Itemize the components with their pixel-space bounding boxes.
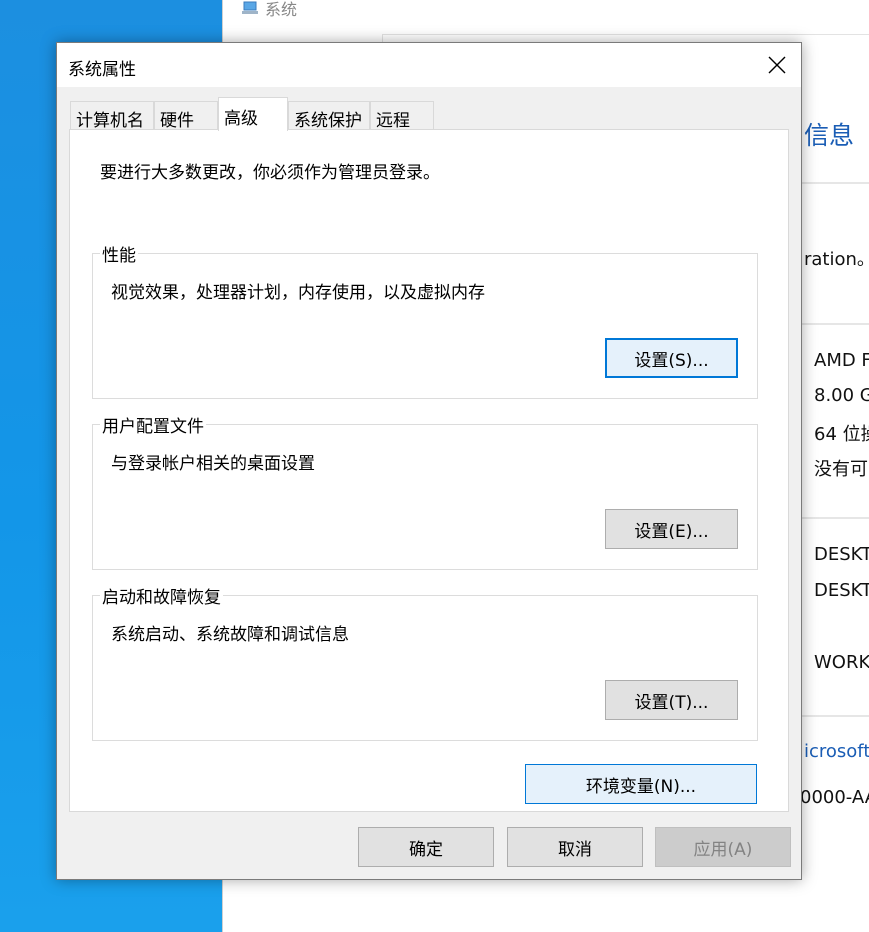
background-text: DESKT (814, 544, 869, 565)
performance-group: 性能 视觉效果，处理器计划，内存使用，以及虚拟内存 设置(S)... (92, 241, 758, 399)
background-heading: 信息 (804, 121, 855, 150)
performance-description: 视觉效果，处理器计划，内存使用，以及虚拟内存 (111, 283, 485, 303)
dialog-titlebar: 系统属性 (57, 43, 801, 87)
background-divider (802, 323, 869, 325)
startup-recovery-label: 启动和故障恢复 (100, 583, 223, 608)
tab-hardware[interactable]: 硬件 (154, 101, 218, 131)
dialog-title: 系统属性 (68, 60, 136, 80)
user-profiles-description: 与登录帐户相关的桌面设置 (111, 454, 315, 474)
tab-computer-name[interactable]: 计算机名 (70, 101, 154, 131)
ok-button[interactable]: 确定 (358, 827, 494, 867)
background-window-title: 系统 (241, 0, 297, 20)
background-link[interactable]: icrosoft (804, 741, 869, 762)
background-text: DESKT (814, 580, 869, 601)
background-product-id: 0000-AA (800, 787, 869, 808)
background-text: ration。 (804, 249, 869, 270)
system-properties-dialog: 系统属性 计算机名 硬件 高级 系统保护 远程 要进行大多数更改，你必须作为管理… (56, 42, 802, 880)
user-profiles-group: 用户配置文件 与登录帐户相关的桌面设置 设置(E)... (92, 412, 758, 570)
user-profiles-label: 用户配置文件 (100, 412, 206, 437)
tab-remote[interactable]: 远程 (370, 101, 434, 131)
background-text: 没有可 (814, 459, 868, 480)
user-profiles-settings-button[interactable]: 设置(E)... (605, 509, 738, 549)
performance-settings-button[interactable]: 设置(S)... (605, 338, 738, 378)
background-window-title-text: 系统 (265, 0, 298, 19)
background-text: AMD F (814, 350, 869, 371)
startup-recovery-description: 系统启动、系统故障和调试信息 (111, 625, 349, 645)
cancel-button[interactable]: 取消 (507, 827, 643, 867)
advanced-tab-panel: 要进行大多数更改，你必须作为管理员登录。 性能 视觉效果，处理器计划，内存使用，… (69, 129, 789, 812)
startup-recovery-group: 启动和故障恢复 系统启动、系统故障和调试信息 设置(T)... (92, 583, 758, 741)
startup-recovery-settings-button[interactable]: 设置(T)... (605, 680, 738, 720)
background-text: 8.00 G (814, 385, 869, 406)
background-divider (802, 715, 869, 717)
close-button[interactable] (753, 43, 801, 87)
background-divider (802, 182, 869, 184)
tab-advanced[interactable]: 高级 (218, 97, 288, 131)
computer-icon (242, 1, 258, 14)
background-text: WORK (814, 652, 869, 673)
performance-label: 性能 (100, 241, 138, 266)
apply-button[interactable]: 应用(A) (655, 827, 791, 867)
background-divider (802, 517, 869, 519)
background-text: 64 位操 (814, 424, 869, 445)
close-icon (768, 56, 786, 74)
environment-variables-button[interactable]: 环境变量(N)... (525, 764, 757, 804)
admin-note: 要进行大多数更改，你必须作为管理员登录。 (100, 163, 440, 183)
tab-system-protection[interactable]: 系统保护 (288, 101, 370, 131)
background-divider (382, 34, 869, 35)
